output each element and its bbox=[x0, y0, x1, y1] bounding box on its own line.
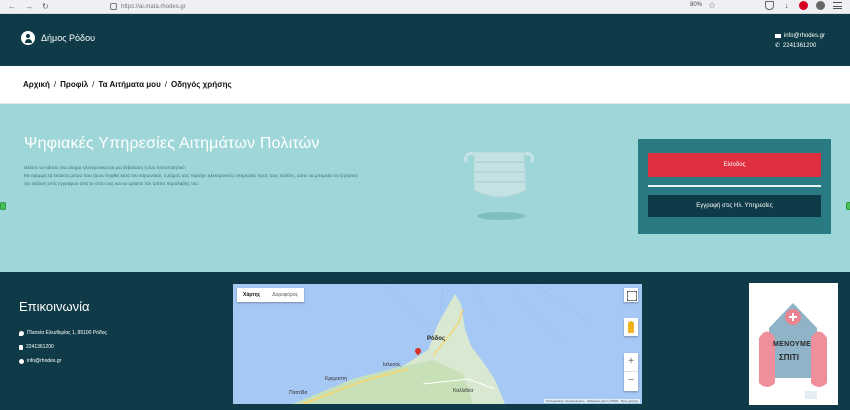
footer-title: Επικοινωνία bbox=[19, 299, 90, 314]
zoom-control: + − bbox=[624, 353, 638, 391]
extension-icon[interactable] bbox=[816, 1, 825, 10]
map-label-rodos: Ρόδος bbox=[427, 336, 446, 342]
breadcrumb-profile[interactable]: Προφίλ bbox=[60, 80, 88, 89]
footer-phone-text: 2241361200 bbox=[26, 344, 54, 350]
bookmark-star-icon[interactable]: ☆ bbox=[708, 0, 716, 11]
hero-text-line: Με εφαρμή τα έκτακτα μέτρα που έχουν ληφ… bbox=[24, 173, 358, 186]
browser-toolbar: ← → ↻ https://ai.mata.rhodes.gr 80% ☆ ↓ bbox=[0, 0, 850, 14]
footer-address: Πλατεία Ελευθερίας 1, 85100 Ρόδος bbox=[19, 326, 107, 340]
hero-title: Ψηφιακές Υπηρεσίες Αιτημάτων Πολιτών bbox=[24, 135, 320, 152]
breadcrumb-separator: / bbox=[92, 80, 95, 89]
address-bar[interactable]: https://ai.mata.rhodes.gr bbox=[100, 1, 720, 12]
face-mask-illustration bbox=[464, 151, 534, 220]
stay-home-poster[interactable]: ΜΕΝΟΥΜΕ ΣΠΙΤΙ bbox=[749, 283, 838, 405]
map-label-pastida: Παστίδα bbox=[289, 390, 308, 396]
download-icon[interactable]: ↓ bbox=[782, 1, 791, 10]
map-attribution[interactable]: Συντομεύσεις πληκτρολογίου · Δεδομένα χά… bbox=[543, 399, 640, 403]
breadcrumb: Αρχική / Προφίλ / Τα Αιτήματα μου / Οδηγ… bbox=[0, 66, 850, 104]
fullscreen-icon[interactable] bbox=[624, 288, 638, 302]
login-button[interactable]: Είσοδος bbox=[648, 153, 821, 177]
resize-handle-left-icon[interactable] bbox=[0, 202, 6, 210]
header-phone-text: 2241361200 bbox=[782, 43, 817, 49]
menu-icon[interactable] bbox=[833, 2, 842, 9]
header-phone: ✆ 2241361200 bbox=[775, 41, 825, 51]
header-email-text: info@rhodes.gr bbox=[783, 33, 825, 39]
globe-icon bbox=[19, 358, 24, 364]
footer-email[interactable]: info@rhodes.gr bbox=[19, 354, 107, 368]
shield-icon[interactable] bbox=[110, 3, 117, 10]
address-url: https://ai.mata.rhodes.gr bbox=[121, 3, 186, 10]
back-icon[interactable]: ← bbox=[8, 2, 16, 12]
phone-icon bbox=[19, 344, 23, 350]
breadcrumb-separator: / bbox=[53, 80, 57, 89]
zoom-in-button[interactable]: + bbox=[624, 353, 638, 372]
breadcrumb-my-requests[interactable]: Τα Αιτήματα μου bbox=[98, 80, 160, 89]
breadcrumb-home[interactable]: Αρχική bbox=[23, 80, 50, 89]
mail-icon bbox=[774, 34, 781, 38]
map-label-kalithea: Καλλιθέα bbox=[453, 388, 474, 394]
header-contact: info@rhodes.gr ✆ 2241361200 bbox=[774, 31, 825, 51]
reload-icon[interactable]: ↻ bbox=[42, 2, 49, 12]
browser-nav: ← → ↻ bbox=[8, 2, 49, 12]
map-canvas bbox=[233, 284, 642, 404]
map-label-ialysos: Ιαλυσός bbox=[383, 362, 401, 368]
tab-map[interactable]: Χάρτης bbox=[237, 288, 266, 302]
browser-tools: ↓ bbox=[765, 1, 842, 10]
phone-icon: ✆ bbox=[774, 43, 780, 49]
footer-address-text: Πλατεία Ελευθερίας 1, 85100 Ρόδος bbox=[27, 330, 107, 336]
map-type-tabs: Χάρτης Δορυφόρος bbox=[237, 288, 305, 302]
pegman-icon[interactable] bbox=[624, 318, 638, 336]
register-button[interactable]: Εγγραφή στις Ηλ. Υπηρεσίες bbox=[648, 195, 821, 217]
resize-handle-right-icon[interactable] bbox=[846, 202, 850, 210]
footer-phone: 2241361200 bbox=[19, 340, 107, 354]
zoom-level[interactable]: 80% bbox=[690, 2, 702, 8]
map-embed[interactable]: Χάρτης Δορυφόρος + − Ρόδος Κρεμαστή Ιαλυ… bbox=[233, 284, 642, 404]
zoom-out-button[interactable]: − bbox=[624, 372, 638, 390]
site-header: Δήμος Ρόδου info@rhodes.gr ✆ 2241361200 bbox=[0, 14, 850, 66]
hero-description: Θέλετε να κάνετε ένα αίτημα ηλεκτρονικά … bbox=[24, 164, 364, 188]
breadcrumb-separator: / bbox=[164, 80, 167, 89]
poster-text-spiti: ΣΠΙΤΙ bbox=[779, 353, 799, 362]
breadcrumb-user-guide[interactable]: Οδηγός χρήσης bbox=[171, 80, 232, 89]
user-icon bbox=[21, 31, 35, 45]
location-pin-icon bbox=[19, 330, 24, 336]
footer-email-text: info@rhodes.gr bbox=[27, 358, 62, 364]
addon-badge-icon[interactable] bbox=[799, 1, 808, 10]
divider bbox=[648, 185, 821, 187]
brand[interactable]: Δήμος Ρόδου bbox=[21, 31, 95, 45]
pocket-icon[interactable] bbox=[765, 1, 774, 10]
login-panel: Είσοδος Εγγραφή στις Ηλ. Υπηρεσίες bbox=[638, 139, 831, 234]
forward-icon[interactable]: → bbox=[25, 2, 33, 12]
map-label-kremasti: Κρεμαστή bbox=[325, 376, 348, 382]
footer-contact: Πλατεία Ελευθερίας 1, 85100 Ρόδος 224136… bbox=[19, 326, 107, 368]
hero-text-line: Θέλετε να κάνετε ένα αίτημα ηλεκτρονικά … bbox=[24, 165, 186, 170]
header-email[interactable]: info@rhodes.gr bbox=[774, 31, 825, 41]
tab-satellite[interactable]: Δορυφόρος bbox=[266, 288, 304, 302]
poster-text-menoume: ΜΕΝΟΥΜΕ bbox=[773, 341, 812, 348]
brand-name: Δήμος Ρόδου bbox=[41, 33, 95, 43]
